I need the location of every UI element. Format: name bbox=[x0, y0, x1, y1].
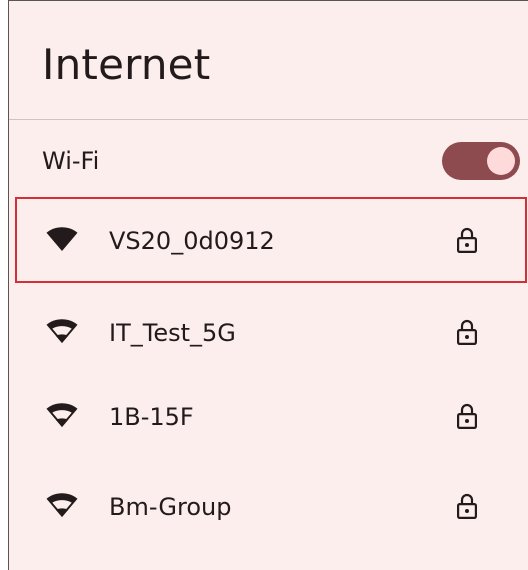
network-name: Bm-Group bbox=[109, 493, 232, 521]
network-item-bm-group[interactable]: Bm-Group bbox=[9, 463, 528, 551]
toggle-knob bbox=[487, 147, 515, 175]
lock-icon bbox=[456, 403, 477, 430]
lock-icon bbox=[456, 319, 477, 346]
lock-icon bbox=[456, 493, 477, 520]
lock-icon bbox=[456, 227, 477, 254]
network-item-vs20-0d0912[interactable]: VS20_0d0912 bbox=[15, 197, 527, 283]
wifi-signal-icon bbox=[46, 403, 78, 427]
internet-panel: Internet Wi-Fi VS20_0d0912 IT_Test_5G 1B… bbox=[8, 0, 528, 570]
network-name: VS20_0d0912 bbox=[109, 227, 275, 255]
divider bbox=[9, 119, 528, 120]
page-title: Internet bbox=[42, 40, 211, 89]
wifi-toggle-row[interactable]: Wi-Fi bbox=[9, 131, 528, 191]
wifi-label: Wi-Fi bbox=[42, 147, 100, 175]
wifi-signal-icon bbox=[46, 493, 78, 517]
wifi-toggle[interactable] bbox=[442, 142, 520, 180]
network-name: IT_Test_5G bbox=[109, 319, 236, 347]
wifi-signal-icon bbox=[46, 319, 78, 343]
network-item-it-test-5g[interactable]: IT_Test_5G bbox=[9, 289, 528, 377]
network-name: 1B-15F bbox=[109, 403, 194, 431]
wifi-signal-full-icon bbox=[46, 227, 78, 251]
network-item-1b-15f[interactable]: 1B-15F bbox=[9, 373, 528, 461]
